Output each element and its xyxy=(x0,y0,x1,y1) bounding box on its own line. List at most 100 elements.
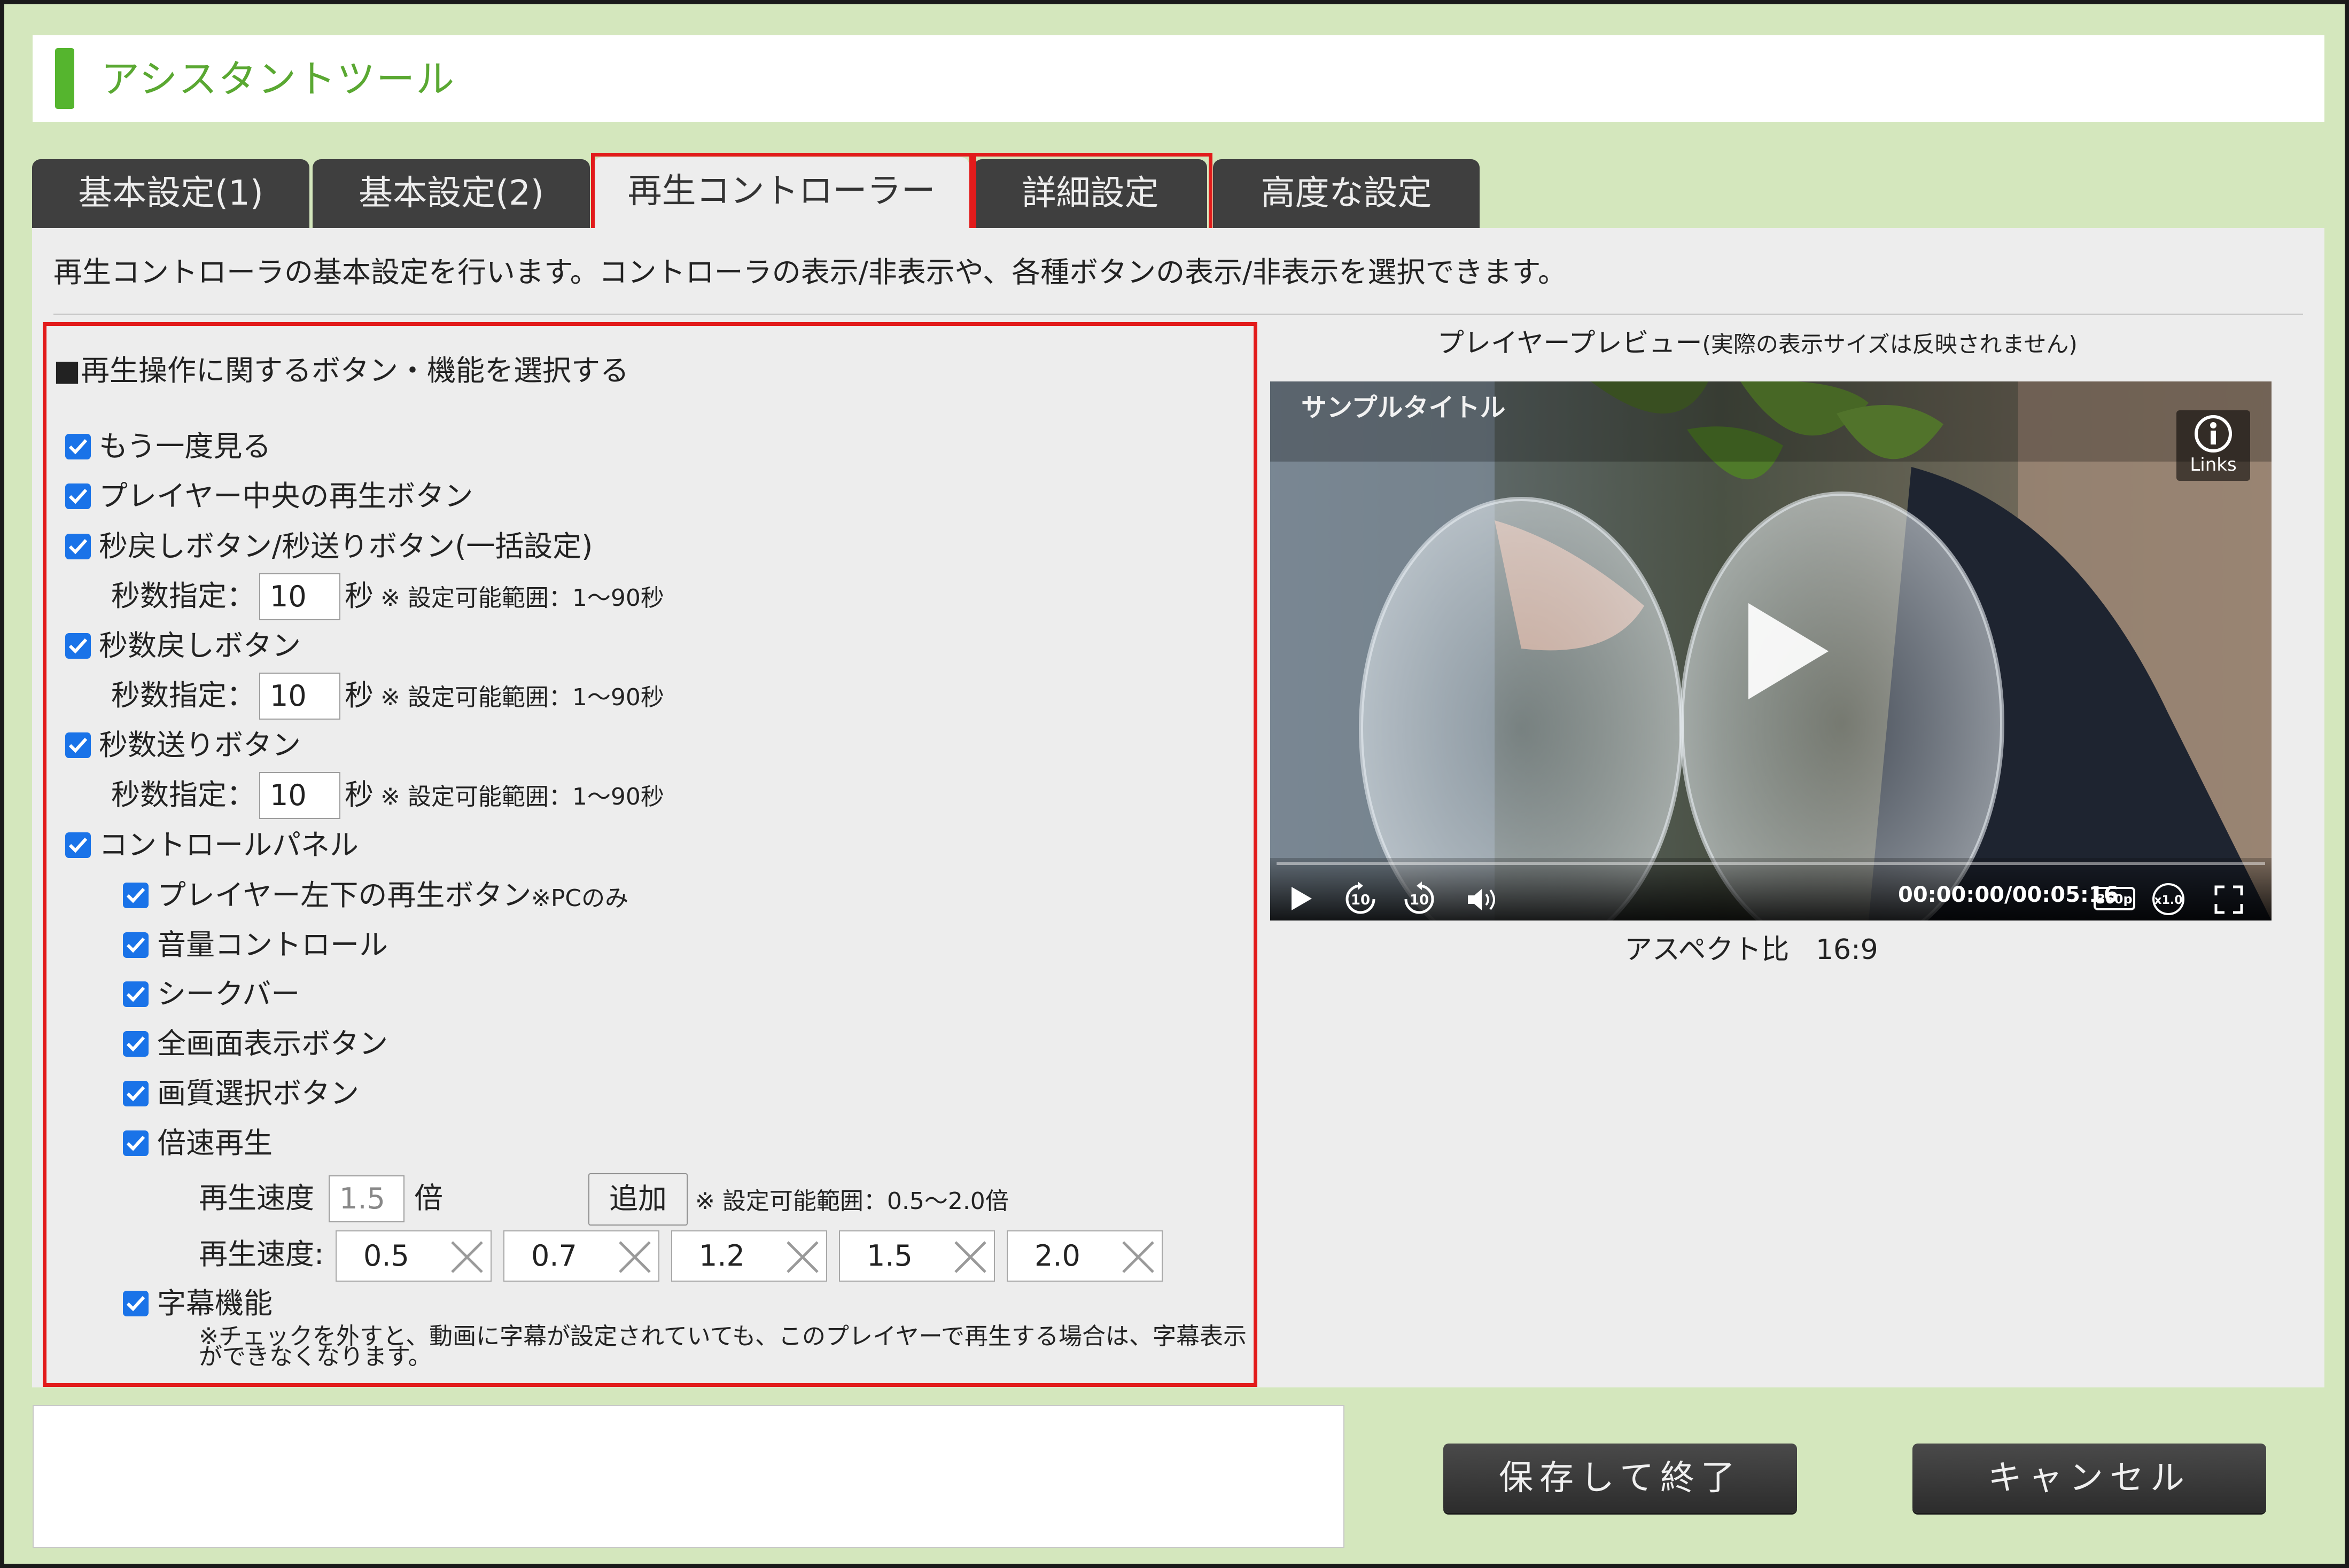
skip-forward-label: 秒数送りボタン xyxy=(99,728,301,762)
check-icon xyxy=(126,986,145,1002)
speed-range-note: ※ 設定可能範囲：0.5～2.0倍 xyxy=(695,1188,1009,1215)
replay-label: もう一度見る xyxy=(99,430,271,463)
check-icon xyxy=(126,1036,145,1052)
skip-both-checkbox[interactable] xyxy=(65,534,91,559)
preview-title: プレイヤープレビュー(実際の表示サイズは反映されません) xyxy=(1437,324,2078,363)
bottom-left-play-label: プレイヤー左下の再生ボタン xyxy=(157,878,532,912)
remove-speed-icon[interactable] xyxy=(448,1238,486,1276)
check-icon xyxy=(126,1086,145,1102)
skip-back-icon[interactable]: 10 xyxy=(1342,880,1379,918)
speed-chip: 2.0 xyxy=(1007,1230,1163,1282)
skip-back-checkbox[interactable] xyxy=(65,633,91,659)
preview-title-text: プレイヤープレビュー xyxy=(1437,327,1702,358)
aspect-ratio-label: アスペクト比 xyxy=(1624,934,1790,966)
remove-speed-icon[interactable] xyxy=(783,1238,822,1276)
speed-chip: 0.7 xyxy=(503,1230,659,1282)
speed-label: 倍速再生 xyxy=(157,1126,273,1160)
skip-forward-checkbox[interactable] xyxy=(65,732,91,758)
seekbar-label: シークバー xyxy=(157,977,300,1011)
subtitles-checkbox[interactable] xyxy=(123,1291,149,1316)
speed-chip-value: 2.0 xyxy=(1035,1239,1080,1273)
fullscreen-icon[interactable] xyxy=(2213,884,2245,916)
control-panel-label: コントロールパネル xyxy=(99,828,359,862)
skip-forward-icon[interactable]: 10 xyxy=(1401,880,1438,918)
aspect-ratio: アスペクト比 16:9 xyxy=(1624,931,1878,969)
check-icon xyxy=(126,937,145,953)
speed-checkbox[interactable] xyxy=(123,1130,149,1156)
seekbar-checkbox[interactable] xyxy=(123,981,149,1007)
skip-forward-seconds-input[interactable]: 10 xyxy=(259,772,340,819)
tab-basic-settings-1[interactable]: 基本設定(1) xyxy=(32,159,309,228)
check-icon xyxy=(68,439,88,455)
control-panel-checkbox[interactable] xyxy=(65,832,91,858)
check-icon xyxy=(68,638,88,654)
check-icon xyxy=(126,1135,145,1151)
speed-input-label: 再生速度 xyxy=(199,1181,314,1215)
preview-title-note: (実際の表示サイズは反映されません) xyxy=(1702,331,2078,357)
skip-back-seconds-unit: 秒 xyxy=(345,678,374,712)
message-box xyxy=(33,1405,1344,1548)
speed-input[interactable]: 1.5 xyxy=(329,1175,405,1222)
speed-chip-value: 1.5 xyxy=(867,1239,913,1273)
speed-icon[interactable]: x1.0 xyxy=(2150,880,2187,918)
bottom-left-play-checkbox[interactable] xyxy=(123,883,149,908)
timecode: 00:00:00/00:05:16 xyxy=(1898,883,2119,907)
tab-playback-controller[interactable]: 再生コントローラー xyxy=(594,157,969,228)
volume-icon[interactable] xyxy=(1465,885,1500,915)
skip-forward-seconds-label: 秒数指定： xyxy=(111,778,255,812)
assistant-tool-window: アシスタントツール 基本設定(1) 基本設定(2) 再生コントローラー 詳細設定… xyxy=(0,0,2349,1568)
check-icon xyxy=(68,488,88,504)
cancel-button[interactable]: キャンセル xyxy=(1912,1444,2266,1513)
quality-icon[interactable]: 360p xyxy=(2093,884,2136,914)
tab-content-panel: 再生コントローラの基本設定を行います。コントローラの表示/非表示や、各種ボタンの… xyxy=(32,228,2324,1387)
volume-checkbox[interactable] xyxy=(123,932,149,958)
check-icon xyxy=(68,539,88,555)
play-icon[interactable] xyxy=(1286,884,1316,914)
skip-back-seconds-label: 秒数指定： xyxy=(111,678,255,712)
speed-chip: 1.5 xyxy=(839,1230,995,1282)
center-play-label: プレイヤー中央の再生ボタン xyxy=(99,479,473,513)
add-speed-button[interactable]: 追加 xyxy=(588,1173,688,1226)
section-title: ■再生操作に関するボタン・機能を選択する xyxy=(53,354,629,387)
page-title: アシスタントツール xyxy=(101,57,456,102)
save-and-exit-button[interactable]: 保存して終了 xyxy=(1443,1444,1797,1513)
speed-chip-value: 0.7 xyxy=(531,1239,577,1273)
replay-checkbox[interactable] xyxy=(65,434,91,459)
tab-basic-settings-2[interactable]: 基本設定(2) xyxy=(313,159,590,228)
center-play-checkbox[interactable] xyxy=(65,483,91,509)
remove-speed-icon[interactable] xyxy=(1119,1238,1157,1276)
skip-both-range-note: ※ 設定可能範囲：1～90秒 xyxy=(380,584,664,612)
skip-forward-range-note: ※ 設定可能範囲：1～90秒 xyxy=(380,783,664,810)
bottom-left-play-note: ※PCのみ xyxy=(531,885,629,912)
aspect-ratio-value: 16:9 xyxy=(1815,934,1878,966)
speed-input-unit: 倍 xyxy=(414,1181,443,1215)
check-icon xyxy=(68,737,88,753)
seek-bar[interactable] xyxy=(1277,862,2265,865)
header-accent-bar xyxy=(55,48,74,109)
links-label: Links xyxy=(2190,454,2237,475)
quality-label: 画質選択ボタン xyxy=(157,1076,359,1110)
skip-back-seconds-input[interactable]: 10 xyxy=(259,673,340,720)
header: アシスタントツール xyxy=(33,35,2324,122)
remove-speed-icon[interactable] xyxy=(616,1238,654,1276)
skip-both-seconds-label: 秒数指定： xyxy=(111,579,255,613)
tab-description: 再生コントローラの基本設定を行います。コントローラの表示/非表示や、各種ボタンの… xyxy=(53,255,1567,289)
video-player[interactable]: サンプルタイトル Links 10 10 00:00:00/00:05:16 3… xyxy=(1270,381,2272,920)
speed-chip-value: 0.5 xyxy=(363,1239,409,1273)
tab-detail-settings[interactable]: 詳細設定 xyxy=(974,159,1207,228)
speed-badge: x1.0 xyxy=(2154,894,2182,907)
subtitles-label: 字幕機能 xyxy=(157,1286,273,1320)
skip-both-label: 秒戻しボタン/秒送りボタン(一括設定) xyxy=(99,529,593,563)
tab-advanced-settings[interactable]: 高度な設定 xyxy=(1213,159,1480,228)
fullscreen-checkbox[interactable] xyxy=(123,1031,149,1057)
skip-both-seconds-input[interactable]: 10 xyxy=(259,573,340,620)
remove-speed-icon[interactable] xyxy=(951,1238,990,1276)
check-icon xyxy=(126,887,145,903)
fullscreen-label: 全画面表示ボタン xyxy=(157,1027,388,1060)
info-icon xyxy=(2195,415,2232,453)
quality-checkbox[interactable] xyxy=(123,1081,149,1106)
skip-back-range-note: ※ 設定可能範囲：1～90秒 xyxy=(380,684,664,711)
skip-both-seconds-unit: 秒 xyxy=(345,579,374,613)
links-button[interactable]: Links xyxy=(2176,410,2250,481)
center-play-icon[interactable] xyxy=(1727,592,1845,710)
